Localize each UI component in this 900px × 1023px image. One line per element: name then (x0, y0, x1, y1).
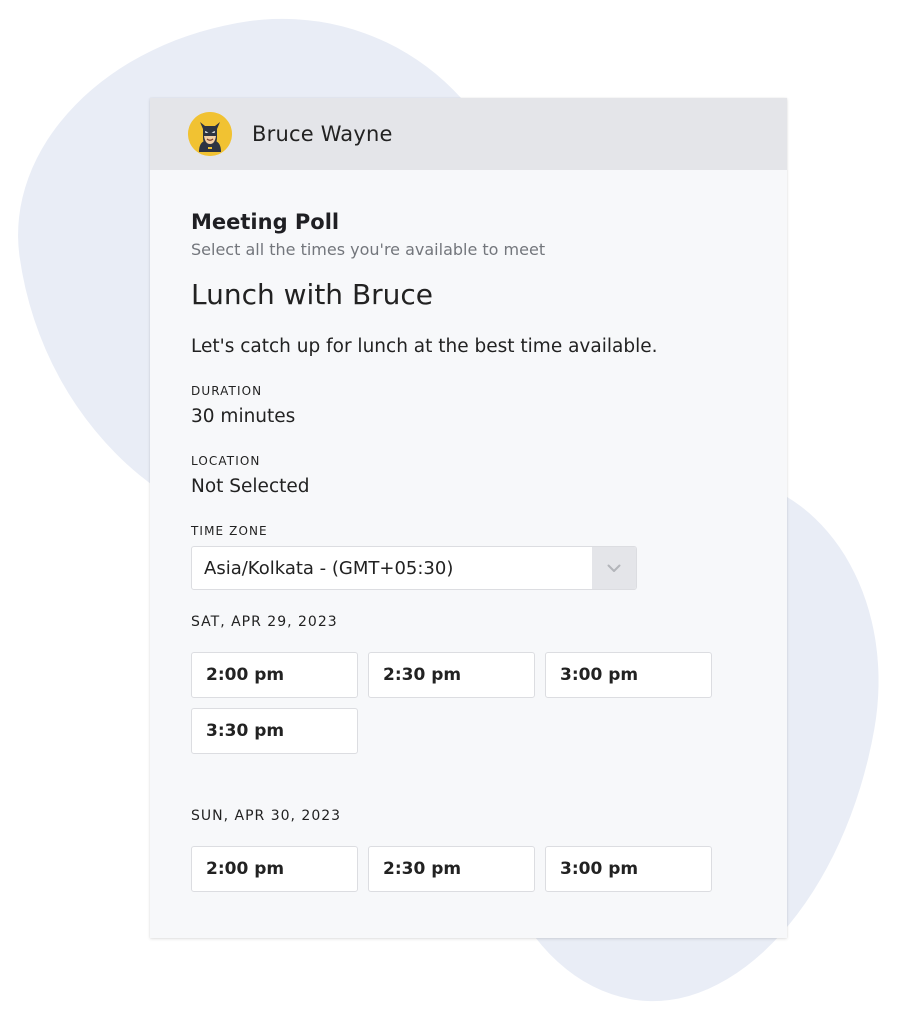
batman-avatar-icon (188, 112, 232, 156)
stage: Bruce Wayne Meeting Poll Select all the … (0, 0, 900, 1023)
time-slot-button[interactable]: 2:00 pm (191, 652, 358, 698)
card-header: Bruce Wayne (150, 98, 787, 170)
location-label: LOCATION (191, 454, 261, 468)
date-label-2: SUN, APR 30, 2023 (191, 808, 342, 824)
event-title: Lunch with Bruce (191, 278, 434, 311)
timezone-label: TIME ZONE (191, 524, 268, 538)
host-name: Bruce Wayne (252, 122, 393, 146)
time-slot-button[interactable]: 2:30 pm (368, 846, 535, 892)
location-value: Not Selected (191, 476, 310, 497)
time-slot-button[interactable]: 3:00 pm (545, 652, 712, 698)
time-slot-button[interactable]: 3:30 pm (191, 708, 358, 754)
time-slots-day-2: 2:00 pm 2:30 pm 3:00 pm (191, 846, 731, 902)
timezone-value: Asia/Kolkata - (GMT+05:30) (204, 557, 454, 579)
time-slots-day-1: 2:00 pm 2:30 pm 3:00 pm 3:30 pm (191, 652, 731, 764)
timezone-select[interactable]: Asia/Kolkata - (GMT+05:30) (191, 546, 637, 590)
time-slot-button[interactable]: 2:00 pm (191, 846, 358, 892)
time-slot-button[interactable]: 3:00 pm (545, 846, 712, 892)
event-description: Let's catch up for lunch at the best tim… (191, 336, 658, 357)
meeting-poll-card: Bruce Wayne Meeting Poll Select all the … (150, 98, 787, 938)
timezone-dropdown-button[interactable] (592, 547, 636, 589)
poll-subtitle: Select all the times you're available to… (191, 240, 546, 259)
poll-content: Meeting Poll Select all the times you're… (150, 170, 787, 902)
chevron-down-icon (607, 564, 621, 572)
duration-label: DURATION (191, 384, 263, 398)
time-slot-button[interactable]: 2:30 pm (368, 652, 535, 698)
poll-title: Meeting Poll (191, 210, 340, 234)
date-label-1: SAT, APR 29, 2023 (191, 614, 338, 630)
duration-value: 30 minutes (191, 406, 296, 427)
